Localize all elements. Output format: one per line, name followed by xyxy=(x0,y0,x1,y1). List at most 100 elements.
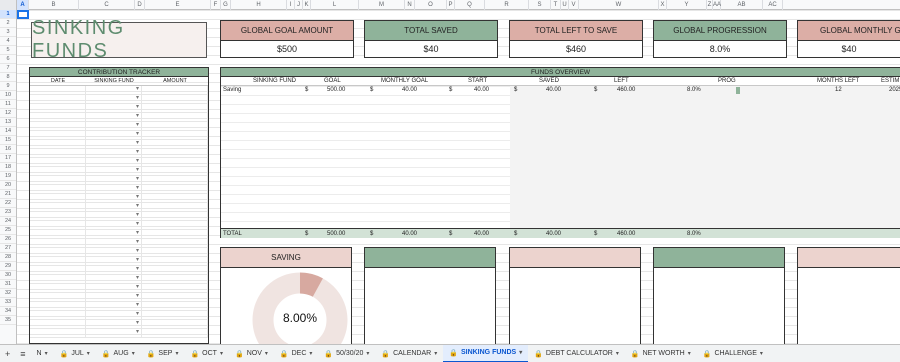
tab-jul[interactable]: 🔒 JUL ▾ xyxy=(54,345,96,362)
tracker-row[interactable] xyxy=(30,292,208,302)
tracker-amount-cell[interactable] xyxy=(142,311,208,319)
tab-calendar[interactable]: 🔒 CALENDAR ▾ xyxy=(375,345,443,362)
row-header-11[interactable]: 11 xyxy=(0,100,16,109)
tracker-row[interactable] xyxy=(30,193,208,203)
fund-start[interactable]: 40.00 xyxy=(474,86,489,95)
tracker-fund-dropdown[interactable] xyxy=(86,85,142,94)
tracker-amount-cell[interactable] xyxy=(142,293,208,301)
row-header-3[interactable]: 3 xyxy=(0,28,16,37)
tracker-row[interactable] xyxy=(30,319,208,329)
tracker-amount-cell[interactable] xyxy=(142,320,208,328)
chevron-down-icon[interactable]: ▾ xyxy=(175,350,178,357)
row-header-4[interactable]: 4 xyxy=(0,37,16,46)
column-header-c[interactable]: C xyxy=(79,0,135,10)
column-header-l[interactable]: L xyxy=(311,0,359,10)
row-header-2[interactable]: 2 xyxy=(0,19,16,28)
column-header-k[interactable]: K xyxy=(303,0,311,10)
tab-oct[interactable]: 🔒 OCT ▾ xyxy=(184,345,229,362)
tracker-fund-dropdown[interactable] xyxy=(86,193,142,202)
tracker-date-cell[interactable] xyxy=(30,212,86,220)
tracker-amount-cell[interactable] xyxy=(142,221,208,229)
row-header-22[interactable]: 22 xyxy=(0,199,16,208)
tracker-row[interactable] xyxy=(30,175,208,185)
tracker-row[interactable] xyxy=(30,256,208,266)
tracker-fund-dropdown[interactable] xyxy=(86,220,142,229)
tracker-date-cell[interactable] xyxy=(30,131,86,139)
tracker-amount-cell[interactable] xyxy=(142,185,208,193)
column-header-j[interactable]: J xyxy=(295,0,303,10)
tracker-date-cell[interactable] xyxy=(30,266,86,274)
tracker-row[interactable] xyxy=(30,85,208,95)
tracker-date-cell[interactable] xyxy=(30,176,86,184)
tracker-amount-cell[interactable] xyxy=(142,113,208,121)
tracker-row[interactable] xyxy=(30,229,208,239)
row-header-31[interactable]: 31 xyxy=(0,280,16,289)
total-left-value[interactable]: $460 xyxy=(510,41,642,58)
chevron-down-icon[interactable]: ▾ xyxy=(434,350,437,357)
row-header-33[interactable]: 33 xyxy=(0,298,16,307)
tracker-amount-cell[interactable] xyxy=(142,275,208,283)
tracker-row[interactable] xyxy=(30,220,208,230)
chevron-down-icon[interactable]: ▾ xyxy=(688,350,691,357)
tracker-date-cell[interactable] xyxy=(30,293,86,301)
tracker-date-cell[interactable] xyxy=(30,221,86,229)
tracker-date-cell[interactable] xyxy=(30,320,86,328)
tracker-amount-cell[interactable] xyxy=(142,230,208,238)
tracker-fund-dropdown[interactable] xyxy=(86,265,142,274)
tracker-date-cell[interactable] xyxy=(30,257,86,265)
row-header-13[interactable]: 13 xyxy=(0,118,16,127)
row-header-10[interactable]: 10 xyxy=(0,91,16,100)
tab-dec[interactable]: 🔒 DEC ▾ xyxy=(274,345,319,362)
tracker-row[interactable] xyxy=(30,283,208,293)
tracker-date-cell[interactable] xyxy=(30,140,86,148)
tracker-amount-cell[interactable] xyxy=(142,131,208,139)
tracker-fund-dropdown[interactable] xyxy=(86,175,142,184)
tracker-amount-cell[interactable] xyxy=(142,149,208,157)
tracker-fund-dropdown[interactable] xyxy=(86,328,142,337)
row-header-17[interactable]: 17 xyxy=(0,154,16,163)
tracker-row[interactable] xyxy=(30,310,208,320)
tracker-row[interactable] xyxy=(30,157,208,167)
column-header-v[interactable]: V xyxy=(569,0,579,10)
tracker-amount-cell[interactable] xyxy=(142,95,208,103)
all-sheets-icon[interactable]: ≡ xyxy=(15,349,30,359)
tracker-date-cell[interactable] xyxy=(30,158,86,166)
tab-challenge[interactable]: 🔒 CHALLENGE ▾ xyxy=(697,345,769,362)
chevron-down-icon[interactable]: ▾ xyxy=(132,350,135,357)
tracker-amount-cell[interactable] xyxy=(142,158,208,166)
tracker-amount-cell[interactable] xyxy=(142,176,208,184)
tracker-fund-dropdown[interactable] xyxy=(86,229,142,238)
row-header-12[interactable]: 12 xyxy=(0,109,16,118)
tracker-fund-dropdown[interactable] xyxy=(86,292,142,301)
tracker-amount-cell[interactable] xyxy=(142,329,208,337)
tracker-row[interactable] xyxy=(30,112,208,122)
tracker-date-cell[interactable] xyxy=(30,86,86,94)
select-all-corner[interactable] xyxy=(0,0,17,10)
tracker-fund-dropdown[interactable] xyxy=(86,112,142,121)
tracker-fund-dropdown[interactable] xyxy=(86,301,142,310)
row-header-23[interactable]: 23 xyxy=(0,208,16,217)
tracker-fund-dropdown[interactable] xyxy=(86,157,142,166)
global-monthly-goal-value[interactable]: $40 xyxy=(798,41,900,57)
column-header-d[interactable]: D xyxy=(135,0,145,10)
tracker-fund-dropdown[interactable] xyxy=(86,139,142,148)
row-header-5[interactable]: 5 xyxy=(0,46,16,55)
fund-row-saving[interactable]: Saving $ 500.00 $ 40.00 $ 40.00 $ 40.00 … xyxy=(221,86,900,95)
tracker-fund-dropdown[interactable] xyxy=(86,94,142,103)
tab-aug[interactable]: 🔒 AUG ▾ xyxy=(96,345,141,362)
tracker-fund-dropdown[interactable] xyxy=(86,184,142,193)
tracker-amount-cell[interactable] xyxy=(142,194,208,202)
column-header-r[interactable]: R xyxy=(485,0,529,10)
column-header-ac[interactable]: AC xyxy=(763,0,783,10)
row-header-29[interactable]: 29 xyxy=(0,262,16,271)
tracker-fund-dropdown[interactable] xyxy=(86,148,142,157)
fund-goal[interactable]: 500.00 xyxy=(327,86,345,95)
tracker-fund-dropdown[interactable] xyxy=(86,274,142,283)
tracker-fund-dropdown[interactable] xyxy=(86,202,142,211)
tracker-fund-dropdown[interactable] xyxy=(86,247,142,256)
fund-monthly-goal[interactable]: 40.00 xyxy=(402,86,417,95)
column-header-f[interactable]: F xyxy=(211,0,221,10)
chevron-down-icon[interactable]: ▾ xyxy=(45,350,48,357)
add-sheet-icon[interactable]: + xyxy=(0,349,15,359)
tracker-amount-cell[interactable] xyxy=(142,104,208,112)
